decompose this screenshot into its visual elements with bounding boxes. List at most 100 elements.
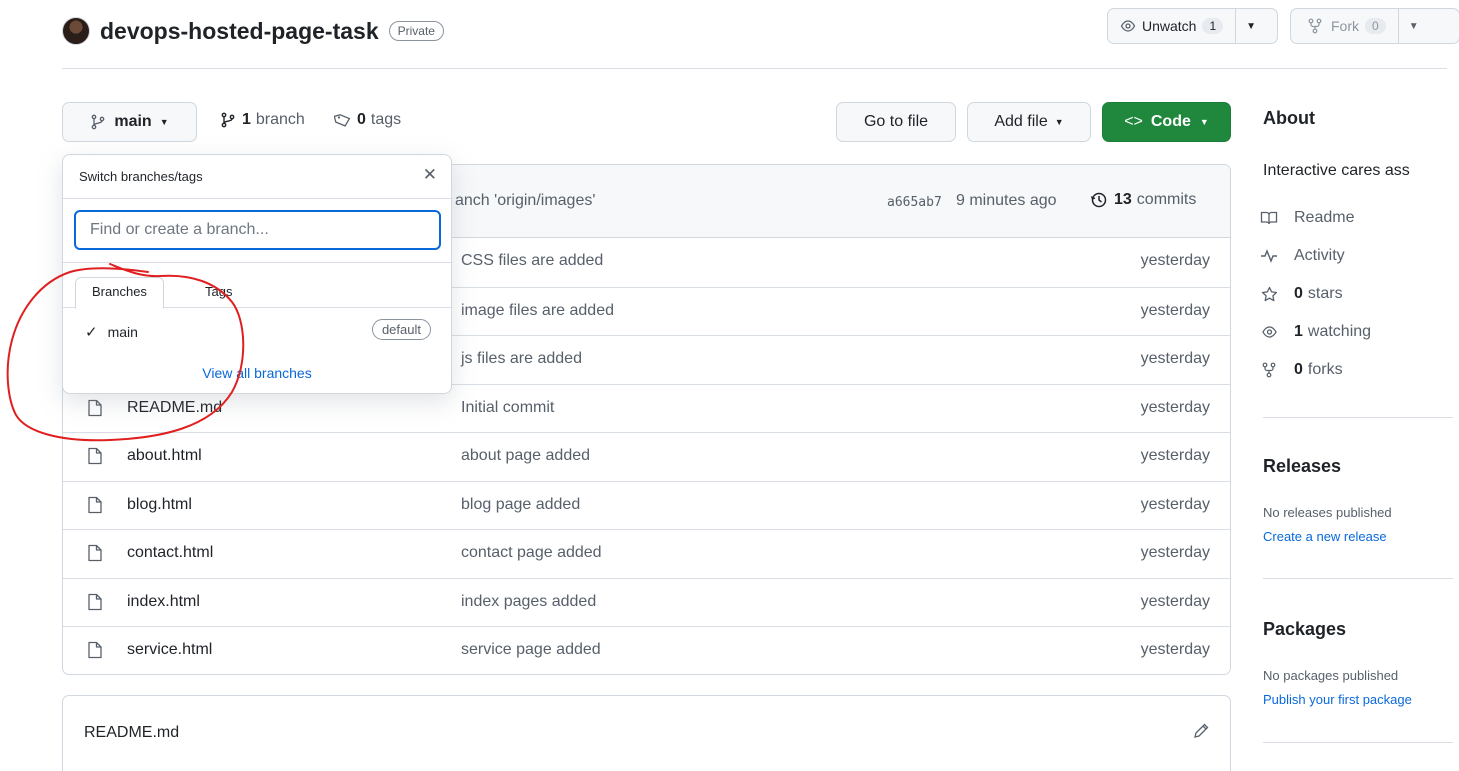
file-commit-time: yesterday [1140, 301, 1210, 319]
table-row[interactable]: contact.html contact page added yesterday [63, 529, 1230, 578]
forks-count: 0 [1294, 361, 1303, 378]
table-row[interactable]: service.html service page added yesterday [63, 626, 1230, 674]
tags-label: tags [370, 111, 402, 128]
stars-link[interactable]: 0 stars [1258, 285, 1343, 303]
file-commit-time: yesterday [1140, 398, 1210, 416]
file-icon [88, 496, 102, 513]
packages-title[interactable]: Packages [1263, 619, 1346, 640]
file-icon [88, 399, 102, 416]
fork-label: Fork [1331, 18, 1359, 34]
no-packages-text: No packages published [1263, 668, 1399, 683]
commits-link[interactable]: 13 commits [1090, 191, 1196, 209]
pulse-icon [1261, 249, 1277, 263]
commit-hash[interactable]: a665ab7 [887, 195, 942, 210]
branch-item-label: main [107, 324, 138, 340]
tab-tags[interactable]: Tags [189, 278, 248, 310]
file-name[interactable]: README.md [127, 399, 222, 417]
watching-label: watching [1307, 323, 1372, 340]
repo-name[interactable]: devops-hosted-page-task [100, 18, 379, 45]
header-divider [62, 68, 1447, 69]
branches-link[interactable]: 1 branch [220, 111, 305, 129]
book-icon [1260, 211, 1278, 225]
readme-link[interactable]: Readme [1258, 209, 1354, 227]
file-name[interactable]: about.html [127, 447, 202, 465]
fork-button[interactable]: Fork 0 ▼ [1290, 8, 1459, 44]
tags-link[interactable]: 0 tags [334, 111, 401, 129]
commit-time: 9 minutes ago [956, 192, 1057, 209]
file-commit-message[interactable]: image files are added [461, 302, 614, 320]
file-name[interactable]: service.html [127, 641, 212, 659]
table-row[interactable]: index.html index pages added yesterday [63, 577, 1230, 627]
file-commit-message[interactable]: blog page added [461, 496, 580, 514]
fork-count: 0 [1365, 18, 1386, 34]
repo-header: devops-hosted-page-task Private [62, 12, 444, 50]
branches-count: 1 [242, 111, 251, 128]
commits-count: 13 [1114, 191, 1132, 208]
avatar[interactable] [62, 17, 90, 45]
watching-count: 1 [1294, 323, 1303, 340]
sidebar-divider [1263, 578, 1453, 579]
publish-package-link[interactable]: Publish your first package [1263, 692, 1412, 707]
chevron-down-icon: ▼ [159, 117, 169, 127]
view-all-branches-link[interactable]: View all branches [63, 365, 451, 381]
branch-dropdown: Switch branches/tags ✕ Branches Tags ✓ m… [62, 154, 452, 394]
chevron-down-icon: ▼ [1199, 117, 1209, 127]
file-name[interactable]: index.html [127, 593, 200, 611]
releases-title[interactable]: Releases [1263, 456, 1341, 477]
branch-item-main[interactable]: ✓ main [85, 323, 138, 341]
code-button[interactable]: <> Code ▼ [1102, 102, 1231, 142]
file-commit-time: yesterday [1140, 641, 1210, 658]
table-row[interactable]: blog.html blog page added yesterday [63, 480, 1230, 530]
file-commit-message[interactable]: about page added [461, 447, 590, 465]
file-icon [88, 641, 102, 659]
activity-label: Activity [1294, 247, 1345, 264]
file-commit-message[interactable]: contact page added [461, 544, 602, 562]
readme-label: Readme [1294, 209, 1355, 226]
file-name[interactable]: blog.html [127, 496, 192, 514]
code-icon: <> [1124, 113, 1143, 130]
chevron-down-icon[interactable]: ▼ [1399, 21, 1429, 32]
file-commit-message[interactable]: service page added [461, 641, 601, 659]
fork-icon [1262, 362, 1276, 378]
table-row[interactable]: about.html about page added yesterday [63, 432, 1230, 481]
branch-select-button[interactable]: main ▼ [62, 102, 197, 142]
stars-label: stars [1307, 285, 1343, 302]
code-label: Code [1150, 113, 1191, 130]
unwatch-label: Unwatch [1142, 18, 1197, 34]
close-icon[interactable]: ✕ [423, 165, 437, 185]
add-file-button[interactable]: Add file ▼ [967, 102, 1091, 142]
commit-message[interactable]: anch 'origin/images' [455, 192, 595, 210]
file-commit-message[interactable]: CSS files are added [461, 252, 603, 270]
eye-icon [1261, 326, 1277, 338]
readme-title[interactable]: README.md [84, 724, 179, 742]
dropdown-header: Switch branches/tags ✕ [63, 155, 451, 199]
forks-link[interactable]: 0 forks [1258, 361, 1343, 379]
forks-label: forks [1307, 361, 1343, 378]
dropdown-title: Switch branches/tags [79, 169, 203, 184]
sidebar-divider [1263, 417, 1453, 418]
file-commit-time: yesterday [1140, 447, 1210, 464]
file-name[interactable]: contact.html [127, 544, 213, 562]
unwatch-button[interactable]: Unwatch 1 ▼ [1107, 8, 1278, 44]
readme-box: README.md [62, 695, 1231, 771]
create-release-link[interactable]: Create a new release [1263, 529, 1387, 544]
file-commit-time: yesterday [1140, 350, 1210, 367]
tag-icon [334, 114, 351, 127]
go-to-file-button[interactable]: Go to file [836, 102, 956, 142]
branch-filter-input[interactable] [74, 210, 441, 250]
watching-link[interactable]: 1 watching [1258, 323, 1371, 341]
file-commit-message[interactable]: Initial commit [461, 399, 554, 417]
star-icon [1261, 286, 1277, 301]
tags-count: 0 [357, 111, 366, 128]
file-commit-time: yesterday [1140, 252, 1210, 269]
file-commit-message[interactable]: js files are added [461, 350, 582, 368]
visibility-badge: Private [388, 21, 444, 41]
chevron-down-icon[interactable]: ▼ [1236, 21, 1266, 32]
file-commit-message[interactable]: index pages added [461, 593, 596, 611]
activity-link[interactable]: Activity [1258, 247, 1345, 265]
pencil-icon[interactable] [1192, 722, 1210, 740]
no-releases-text: No releases published [1263, 505, 1392, 520]
file-commit-time: yesterday [1140, 544, 1210, 561]
tab-branches[interactable]: Branches [75, 277, 164, 309]
chevron-down-icon: ▼ [1054, 117, 1064, 127]
